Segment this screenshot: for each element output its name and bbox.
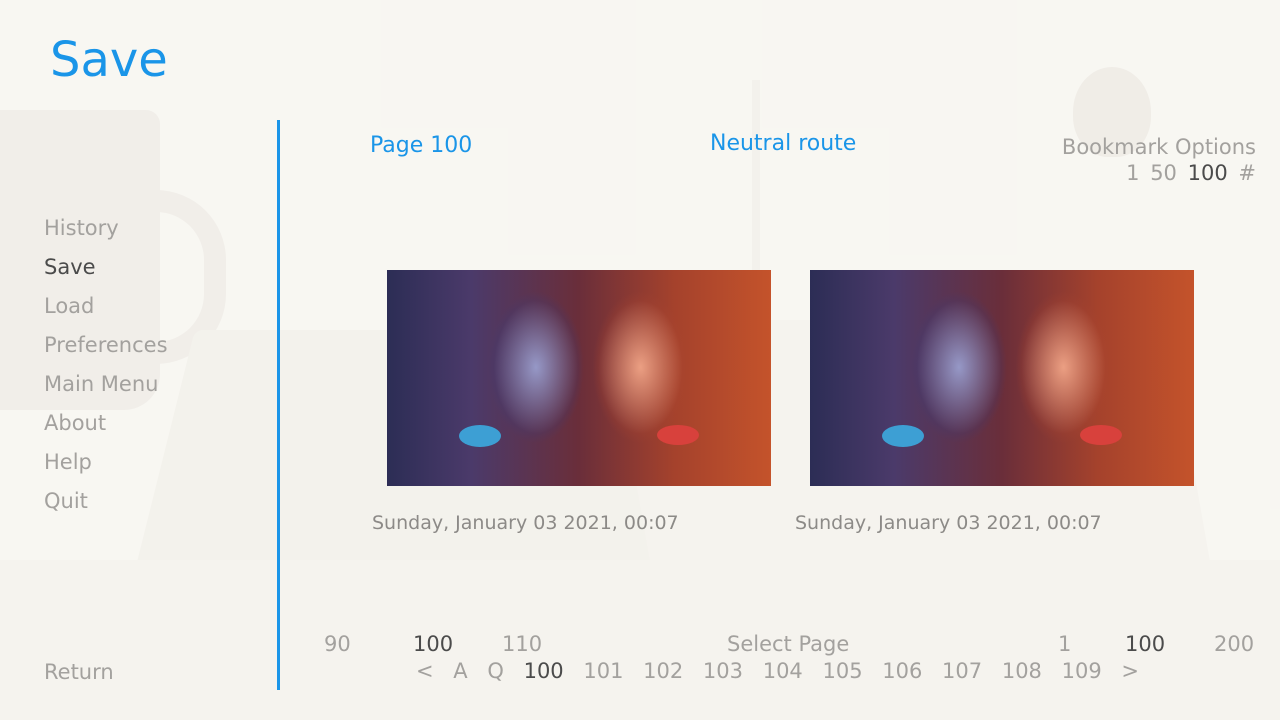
page-button-102[interactable]: 102 xyxy=(643,659,683,683)
main-nav: History Save Load Preferences Main Menu … xyxy=(44,209,168,521)
route-label: Neutral route xyxy=(710,131,857,156)
nav-item-load[interactable]: Load xyxy=(44,287,168,326)
page-name-label[interactable]: Page 100 xyxy=(370,133,472,158)
page-jump-first[interactable]: 1 xyxy=(1058,632,1071,656)
nav-item-history[interactable]: History xyxy=(44,209,168,248)
nav-item-save[interactable]: Save xyxy=(44,248,168,287)
bookmark-options-title: Bookmark Options xyxy=(1061,135,1256,159)
thumbnail-face-left xyxy=(417,270,587,486)
nav-divider xyxy=(277,120,280,690)
bookmark-option-hash[interactable]: # xyxy=(1238,161,1256,185)
save-slot-thumbnail xyxy=(810,270,1194,486)
page-jump-100[interactable]: 100 xyxy=(413,632,453,656)
page-button-107[interactable]: 107 xyxy=(942,659,982,683)
thumbnail-lips-red xyxy=(1080,425,1122,445)
page-button-109[interactable]: 109 xyxy=(1062,659,1102,683)
save-slot-1[interactable]: Sunday, January 03 2021, 00:07 xyxy=(372,270,771,534)
page-button-100[interactable]: 100 xyxy=(524,659,564,683)
nav-item-quit[interactable]: Quit xyxy=(44,482,168,521)
save-screen: Save History Save Load Preferences Main … xyxy=(0,0,1280,720)
next-page-button[interactable]: > xyxy=(1121,659,1139,683)
bookmark-option-1[interactable]: 1 xyxy=(1126,161,1139,185)
page-button-105[interactable]: 105 xyxy=(822,659,862,683)
nav-item-about[interactable]: About xyxy=(44,404,168,443)
nav-item-help[interactable]: Help xyxy=(44,443,168,482)
thumbnail-lips-blue xyxy=(882,425,924,447)
thumbnail-face-right xyxy=(581,270,751,486)
page-button-104[interactable]: 104 xyxy=(763,659,803,683)
page-button-108[interactable]: 108 xyxy=(1002,659,1042,683)
save-slot-timestamp: Sunday, January 03 2021, 00:07 xyxy=(372,512,679,534)
bookmark-options: 1 50 100 # xyxy=(1122,161,1256,185)
page-jump-200[interactable]: 200 xyxy=(1214,632,1254,656)
page-jump-110[interactable]: 110 xyxy=(502,632,542,656)
return-button[interactable]: Return xyxy=(44,658,114,686)
select-page-label: Select Page xyxy=(727,632,850,656)
bookmark-option-100[interactable]: 100 xyxy=(1188,161,1228,185)
save-slot-2[interactable]: Sunday, January 03 2021, 00:07 xyxy=(795,270,1194,534)
thumbnail-face-right xyxy=(1004,270,1174,486)
thumbnail-lips-red xyxy=(657,425,699,445)
previous-page-button[interactable]: < xyxy=(416,659,434,683)
bookmark-option-50[interactable]: 50 xyxy=(1150,161,1177,185)
page-navigator: < A Q 100 101 102 103 104 105 106 107 10… xyxy=(416,659,1152,683)
quick-saves-page-button[interactable]: Q xyxy=(487,659,504,683)
auto-saves-page-button[interactable]: A xyxy=(453,659,467,683)
page-button-101[interactable]: 101 xyxy=(583,659,623,683)
page-button-103[interactable]: 103 xyxy=(703,659,743,683)
nav-item-preferences[interactable]: Preferences xyxy=(44,326,168,365)
save-slot-thumbnail xyxy=(387,270,771,486)
page-button-106[interactable]: 106 xyxy=(882,659,922,683)
screen-title: Save xyxy=(50,32,168,88)
save-slot-timestamp: Sunday, January 03 2021, 00:07 xyxy=(795,512,1102,534)
thumbnail-face-left xyxy=(840,270,1010,486)
page-jump-90[interactable]: 90 xyxy=(324,632,351,656)
page-jump-current[interactable]: 100 xyxy=(1125,632,1165,656)
nav-item-main-menu[interactable]: Main Menu xyxy=(44,365,168,404)
thumbnail-lips-blue xyxy=(459,425,501,447)
